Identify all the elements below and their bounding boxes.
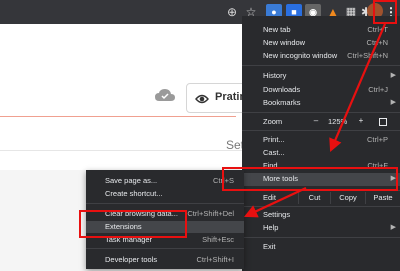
submenu-item-save-page[interactable]: Save page as... Ctrl+S	[86, 175, 244, 187]
menu-item-settings[interactable]: Settings	[242, 209, 400, 221]
chrome-main-menu: New tab Ctrl+T New window Ctrl+N New inc…	[242, 16, 400, 271]
copy-button[interactable]: Copy	[330, 192, 365, 204]
menu-item-label: New incognito window	[263, 51, 338, 60]
chevron-right-icon: ▶	[390, 72, 396, 79]
menu-item-label: Cast...	[263, 148, 285, 157]
menu-item-shortcut: Ctrl+Shift+I	[196, 255, 234, 264]
menu-item-cast[interactable]: Cast...	[242, 147, 400, 159]
menu-item-label: Downloads	[263, 85, 301, 94]
menu-item-label: Exit	[263, 242, 276, 251]
menu-item-shortcut: Ctrl+P	[366, 135, 388, 144]
menu-separator	[86, 248, 244, 249]
menu-item-shortcut: Ctrl+Shift+Del	[187, 209, 234, 218]
menu-item-help[interactable]: Help ▶	[242, 222, 400, 234]
menu-item-shortcut: Ctrl+T	[367, 25, 388, 34]
annotation-box-extensions	[79, 210, 187, 238]
menu-item-label: Create shortcut...	[105, 189, 163, 198]
menu-item-print[interactable]: Print... Ctrl+P	[242, 134, 400, 146]
menu-item-shortcut: Ctrl+J	[368, 85, 388, 94]
menu-item-exit[interactable]: Exit	[242, 241, 400, 253]
menu-item-label: Zoom	[263, 117, 283, 126]
annotation-box-menu-button	[373, 0, 397, 24]
menu-item-shortcut: Ctrl+N	[366, 38, 388, 47]
menu-item-label: New window	[263, 38, 306, 47]
annotation-box-more-tools	[222, 167, 398, 191]
submenu-item-developer-tools[interactable]: Developer tools Ctrl+Shift+I	[86, 254, 244, 266]
eye-icon	[195, 94, 209, 104]
menu-item-history[interactable]: History ▶	[242, 70, 400, 82]
menu-separator	[242, 130, 400, 131]
menu-item-bookmarks[interactable]: Bookmarks ▶	[242, 97, 400, 109]
menu-item-edit: Edit Cut Copy Paste	[242, 192, 400, 204]
zoom-in-button[interactable]: +	[355, 116, 367, 125]
menu-separator	[242, 237, 400, 238]
zoom-level: 125%	[328, 117, 348, 126]
page-header-area	[0, 24, 242, 71]
chevron-right-icon: ▶	[390, 224, 396, 231]
cloud-check-icon	[155, 89, 175, 101]
chevron-right-icon: ▶	[390, 99, 396, 106]
page-divider	[0, 150, 242, 151]
menu-separator	[86, 203, 244, 204]
menu-item-label: Edit	[263, 193, 276, 202]
menu-item-label: Save page as...	[105, 176, 158, 185]
menu-item-label: Bookmarks	[263, 98, 301, 107]
zoom-icon[interactable]: ⊕	[224, 4, 240, 20]
menu-item-shortcut: Shift+Esc	[202, 235, 234, 244]
menu-item-new-incognito-window[interactable]: New incognito window Ctrl+Shift+N	[242, 50, 400, 62]
menu-item-label: History	[263, 71, 287, 80]
menu-separator	[242, 65, 400, 66]
paste-button[interactable]: Paste	[365, 192, 400, 204]
menu-item-new-window[interactable]: New window Ctrl+N	[242, 37, 400, 49]
menu-item-label: Help	[263, 223, 279, 232]
cut-button[interactable]: Cut	[298, 192, 330, 204]
menu-item-label: Developer tools	[105, 255, 158, 264]
pratin-button[interactable]: Pratin	[186, 83, 246, 113]
menu-item-new-tab[interactable]: New tab Ctrl+T	[242, 24, 400, 36]
menu-separator	[242, 112, 400, 113]
page-accent-line	[0, 116, 236, 117]
menu-item-label: New tab	[263, 25, 291, 34]
menu-item-downloads[interactable]: Downloads Ctrl+J	[242, 84, 400, 96]
zoom-out-button[interactable]: –	[306, 116, 326, 125]
menu-item-shortcut: Ctrl+Shift+N	[347, 51, 388, 60]
menu-separator	[242, 206, 400, 207]
menu-item-zoom: Zoom – 125% +	[242, 116, 400, 128]
menu-item-label: Print...	[263, 135, 285, 144]
menu-item-label: Settings	[263, 210, 291, 219]
fullscreen-icon[interactable]	[379, 118, 387, 126]
submenu-item-create-shortcut[interactable]: Create shortcut...	[86, 188, 244, 200]
